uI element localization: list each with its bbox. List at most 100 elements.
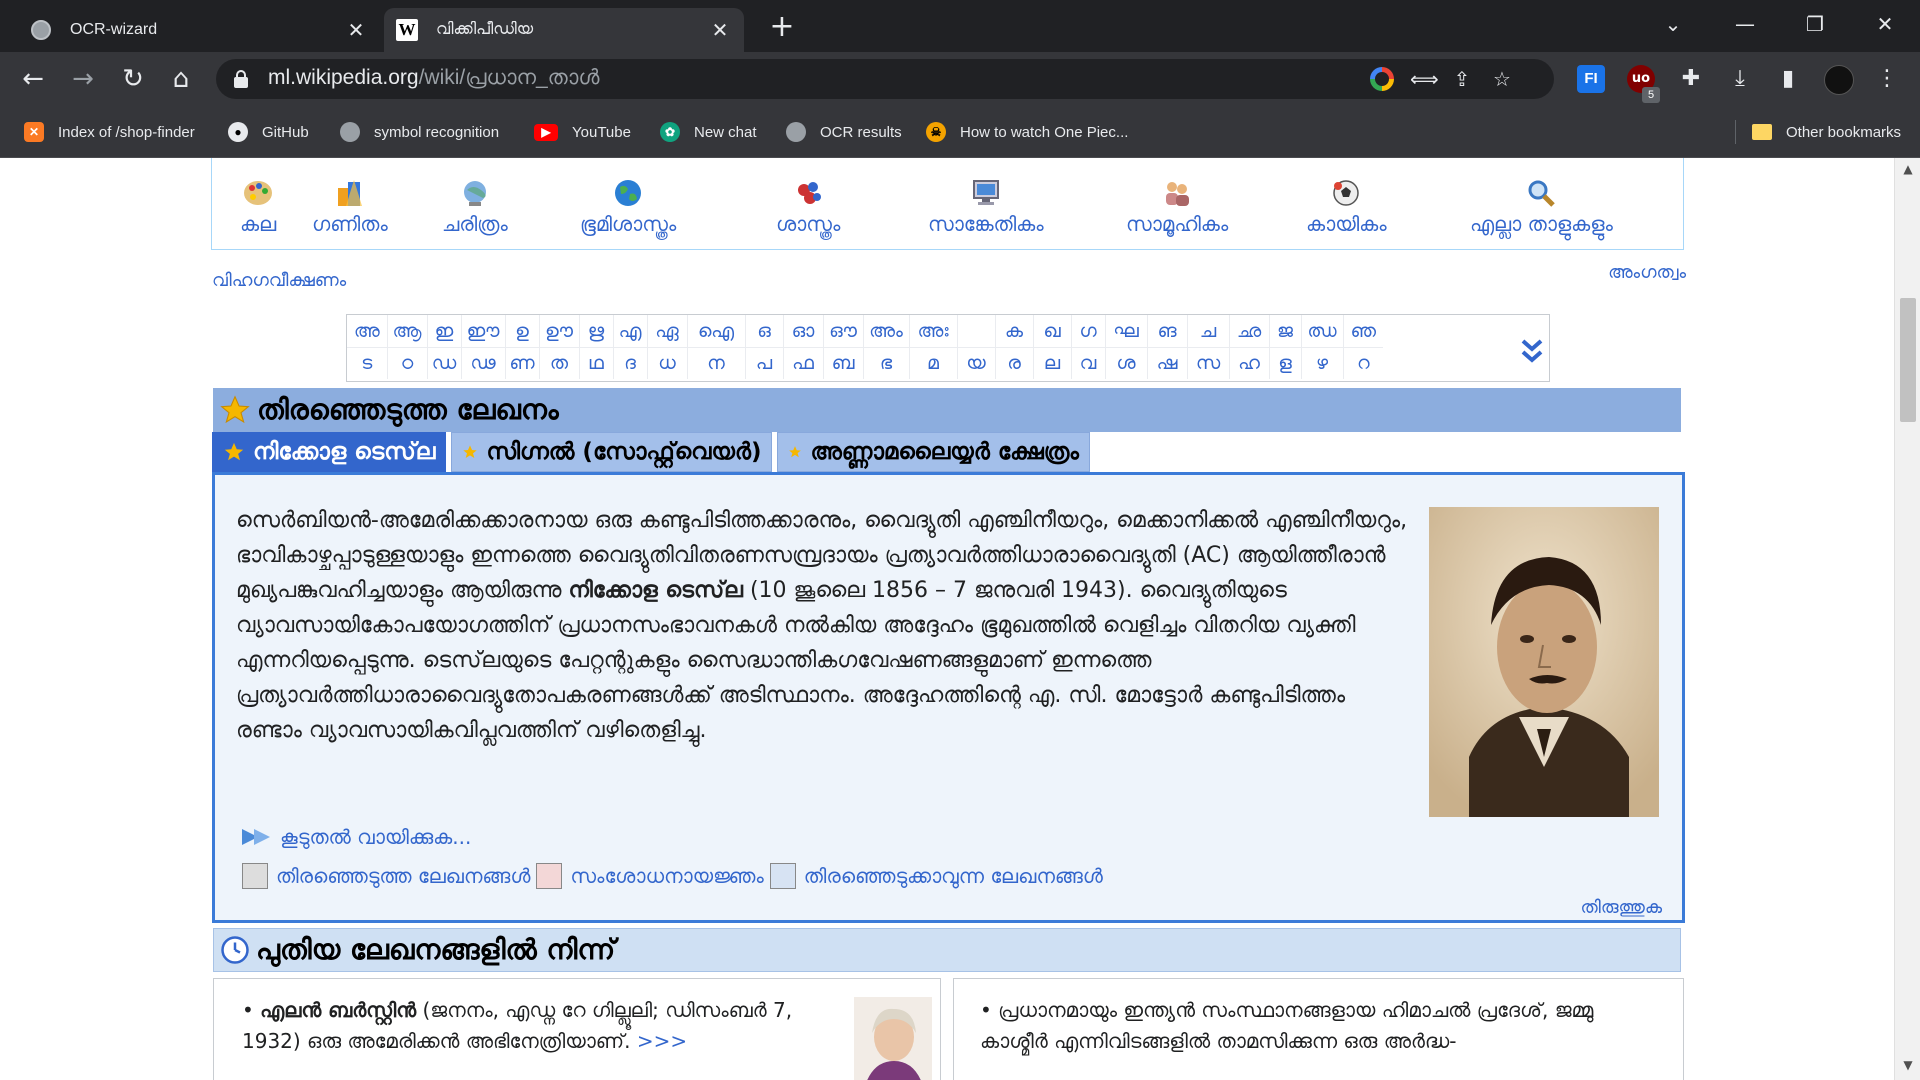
alphabet-letter[interactable]: മ bbox=[908, 346, 957, 379]
alphabet-letter[interactable]: ഴ bbox=[1300, 346, 1343, 379]
alphabet-letter[interactable]: ഘ bbox=[1104, 315, 1147, 347]
tab-search-icon[interactable]: ⌄ bbox=[1648, 6, 1698, 42]
alphabet-letter[interactable]: ര bbox=[994, 346, 1033, 379]
tab-wikipedia[interactable]: W വിക്കിപീഡിയ ✕ bbox=[384, 8, 744, 52]
alphabet-letter[interactable]: ത bbox=[538, 346, 579, 379]
portal-art[interactable]: കല bbox=[240, 178, 276, 236]
alphabet-letter[interactable]: ഊ bbox=[538, 315, 579, 347]
alphabet-letter[interactable]: ഔ bbox=[822, 315, 863, 347]
minimize-icon[interactable]: — bbox=[1720, 6, 1770, 42]
alphabet-letter[interactable]: ങ bbox=[1146, 315, 1187, 347]
alphabet-letter[interactable]: ക bbox=[994, 315, 1033, 347]
alphabet-letter[interactable]: ണ bbox=[504, 346, 539, 379]
alphabet-letter[interactable]: യ bbox=[956, 346, 995, 379]
new-tab-button[interactable]: + bbox=[766, 12, 798, 44]
alphabet-letter[interactable]: ഭ bbox=[862, 346, 909, 379]
alphabet-letter[interactable]: ബ bbox=[822, 346, 863, 379]
home-icon[interactable]: ⌂ bbox=[164, 62, 198, 96]
portal-science[interactable]: ശാസ്ത്രം bbox=[776, 178, 840, 236]
menu-kebab-icon[interactable]: ⋮ bbox=[1873, 65, 1901, 93]
scrollbar-thumb[interactable] bbox=[1900, 298, 1916, 422]
alphabet-letter[interactable]: ആ bbox=[386, 315, 427, 347]
alphabet-letter[interactable]: വ bbox=[1070, 346, 1105, 379]
tab-ocr-wizard[interactable]: OCR-wizard ✕ bbox=[18, 8, 380, 52]
alphabet-letter[interactable]: ഹ bbox=[1228, 346, 1269, 379]
alphabet-letter[interactable]: ല bbox=[1032, 346, 1071, 379]
ellen-burstyn-image[interactable] bbox=[854, 997, 932, 1080]
alphabet-letter[interactable]: അഃ bbox=[908, 315, 957, 347]
bookmark-new-chat[interactable]: ✿ New chat bbox=[660, 119, 757, 145]
bookmark-one-piece[interactable]: ☠ How to watch One Piec... bbox=[926, 119, 1128, 145]
other-bookmarks[interactable]: Other bookmarks bbox=[1752, 119, 1901, 145]
forward-arrow-icon[interactable]: → bbox=[66, 62, 100, 96]
alphabet-letter[interactable]: ള bbox=[1268, 346, 1301, 379]
new-article-title-link[interactable]: എലൻ ബർസ്റ്റിൻ bbox=[260, 998, 416, 1022]
scroll-down-icon[interactable]: ▼ bbox=[1895, 1058, 1920, 1072]
alphabet-letter[interactable]: ഫ bbox=[782, 346, 823, 379]
download-icon[interactable]: ⤓ bbox=[1726, 65, 1754, 93]
fi-extension-icon[interactable]: FI bbox=[1577, 65, 1605, 93]
alphabet-letter[interactable]: സ bbox=[1186, 346, 1229, 379]
bookmark-shop-finder[interactable]: ✕ Index of /shop-finder bbox=[24, 119, 195, 145]
alphabet-letter[interactable]: ഇ bbox=[426, 315, 461, 347]
alphabet-letter[interactable]: ന bbox=[686, 346, 745, 379]
alphabet-letter[interactable]: ഏ bbox=[646, 315, 687, 347]
tab-nikola-tesla[interactable]: നിക്കോള ടെസ്‌ല bbox=[212, 432, 447, 472]
alphabet-letter[interactable]: ഞ bbox=[1342, 315, 1383, 347]
share-icon[interactable]: ⇪ bbox=[1450, 67, 1474, 91]
alphabet-letter[interactable]: ഢ bbox=[460, 346, 505, 379]
close-icon[interactable]: ✕ bbox=[344, 18, 368, 42]
overview-link[interactable]: വിഹഗവീക്ഷണം bbox=[212, 270, 346, 291]
google-lens-icon[interactable] bbox=[1370, 67, 1394, 91]
profile-avatar[interactable] bbox=[1824, 65, 1854, 95]
alphabet-letter[interactable]: ഡ bbox=[426, 346, 461, 379]
more-link[interactable]: >>> bbox=[637, 1029, 687, 1053]
alphabet-letter[interactable]: ഈ bbox=[460, 315, 505, 347]
featured-title-link[interactable]: നിക്കോള ടെസ്‌ല bbox=[568, 578, 743, 603]
window-close-icon[interactable]: ✕ bbox=[1860, 6, 1910, 42]
alphabet-letter[interactable]: ഉ bbox=[504, 315, 539, 347]
alphabet-letter[interactable]: ഷ bbox=[1146, 346, 1187, 379]
cleanup-link[interactable]: സംശോധനായജ്ഞം bbox=[570, 864, 763, 888]
alphabet-letter[interactable]: ഐ bbox=[686, 315, 745, 347]
alphabet-letter[interactable]: ധ bbox=[646, 346, 687, 379]
puzzle-extensions-icon[interactable]: ✚ bbox=[1677, 65, 1705, 93]
tab-annamalaiyar-temple[interactable]: അണ്ണാമലൈയ്യർ ക്ഷേത്രം bbox=[777, 432, 1090, 472]
alphabet-letter[interactable]: ച bbox=[1186, 315, 1229, 347]
portal-sports[interactable]: കായികം bbox=[1306, 178, 1387, 236]
reload-icon[interactable]: ↻ bbox=[116, 62, 150, 96]
portal-society[interactable]: സാമൂഹികം bbox=[1126, 178, 1228, 236]
alphabet-letter[interactable]: ഠ bbox=[386, 346, 427, 379]
portal-geography[interactable]: ഭൂമിശാസ്ത്രം bbox=[580, 178, 676, 236]
tab-signal-software[interactable]: സിഗ്നൽ (സോഫ്റ്റ്‌വെയർ) bbox=[451, 432, 773, 472]
alphabet-letter[interactable]: ഥ bbox=[578, 346, 613, 379]
portal-all-pages[interactable]: എല്ലാ താളുകളും bbox=[1470, 178, 1613, 236]
candidate-articles-link[interactable]: തിരഞ്ഞെടുക്കാവുന്ന ലേഖനങ്ങൾ bbox=[804, 864, 1103, 888]
alphabet-letter[interactable]: അ bbox=[347, 315, 387, 347]
lock-icon[interactable] bbox=[234, 70, 248, 88]
featured-articles-link[interactable]: തിരഞ്ഞെടുത്ത ലേഖനങ്ങൾ bbox=[276, 864, 530, 888]
portal-math[interactable]: ഗണിതം bbox=[312, 178, 388, 236]
page-scrollbar[interactable]: ▲ ▼ bbox=[1894, 158, 1920, 1080]
side-panel-icon[interactable]: ▮ bbox=[1774, 65, 1802, 93]
bookmark-symbol-recognition[interactable]: symbol recognition bbox=[340, 119, 499, 145]
back-arrow-icon[interactable]: ← bbox=[16, 62, 50, 96]
bookmark-star-icon[interactable]: ☆ bbox=[1490, 67, 1514, 91]
alphabet-letter[interactable]: അം bbox=[862, 315, 909, 347]
chevron-down-icon[interactable] bbox=[1519, 323, 1545, 373]
alphabet-letter[interactable]: ഓ bbox=[782, 315, 823, 347]
alphabet-letter[interactable]: ഛ bbox=[1228, 315, 1269, 347]
address-bar[interactable]: ml.wikipedia.org/wiki/പ്രധാന_താൾ ⟺ ⇪ ☆ bbox=[216, 59, 1554, 99]
alphabet-letter[interactable]: ട bbox=[347, 346, 387, 379]
translate-icon[interactable]: ⟺ bbox=[1410, 67, 1439, 91]
member-link[interactable]: അംഗത്വം bbox=[1608, 262, 1686, 283]
read-more-link[interactable]: കൂടുതൽ വായിക്കുക... bbox=[242, 825, 471, 849]
portal-technology[interactable]: സാങ്കേതികം bbox=[928, 178, 1044, 236]
alphabet-letter[interactable]: പ bbox=[744, 346, 783, 379]
alphabet-letter[interactable]: ഝ bbox=[1300, 315, 1343, 347]
alphabet-letter[interactable]: ദ bbox=[612, 346, 647, 379]
portal-history[interactable]: ചരിത്രം bbox=[442, 178, 508, 236]
alphabet-letter[interactable]: ജ bbox=[1268, 315, 1301, 347]
restore-icon[interactable]: ❐ bbox=[1790, 6, 1840, 42]
edit-link[interactable]: തിരുത്തുക bbox=[1580, 897, 1662, 918]
